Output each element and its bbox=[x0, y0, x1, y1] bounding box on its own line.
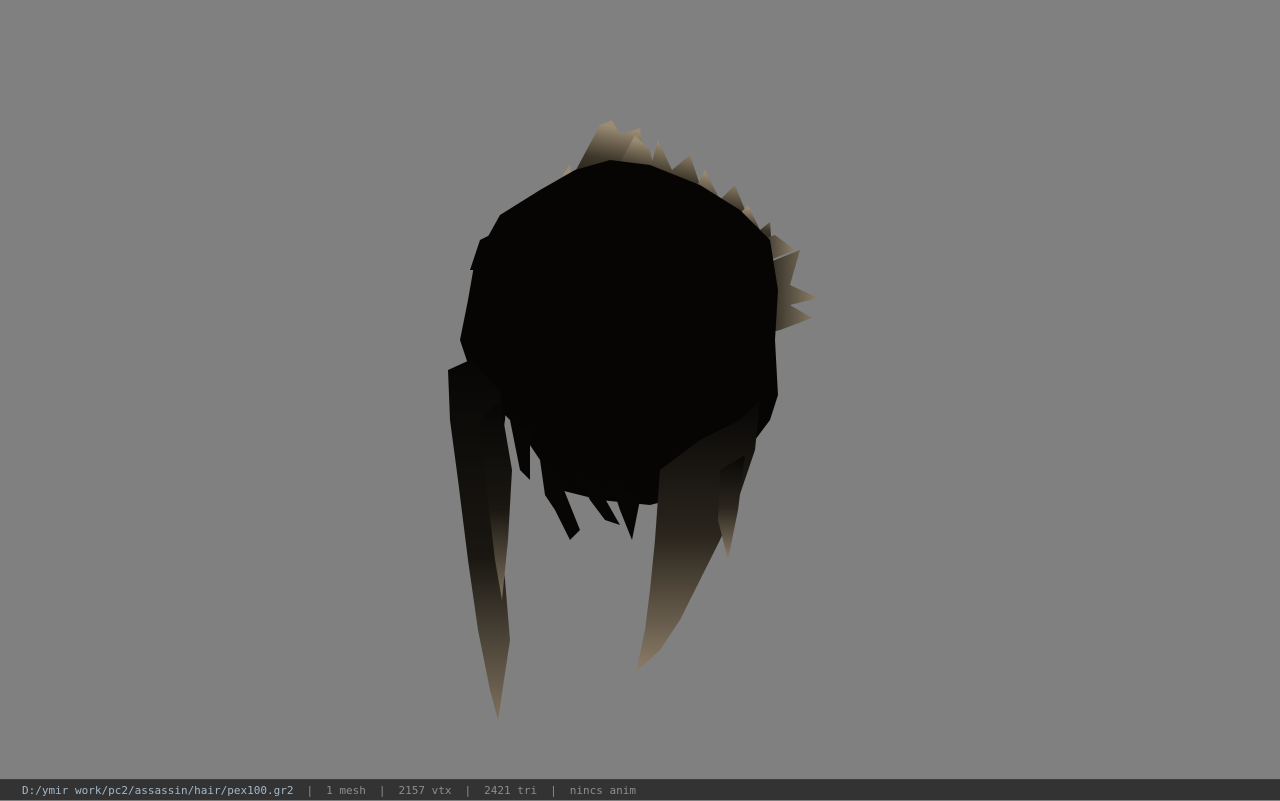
status-mesh-count: 1 mesh bbox=[326, 783, 366, 797]
status-separator: | bbox=[306, 783, 314, 797]
status-triangle-count: 2421 tri bbox=[484, 783, 538, 797]
status-vertex-count: 2157 vtx bbox=[398, 783, 452, 797]
status-bar: D:/ymir work/pc2/assassin/hair/pex100.gr… bbox=[0, 779, 1280, 800]
status-file-path: D:/ymir work/pc2/assassin/hair/pex100.gr… bbox=[22, 783, 294, 797]
hair-left-strand bbox=[448, 360, 512, 720]
status-separator: | bbox=[464, 783, 472, 797]
status-separator: | bbox=[550, 783, 557, 797]
model-viewport[interactable] bbox=[0, 0, 1280, 779]
status-anim-status: nincs anim bbox=[569, 783, 636, 797]
hair-model-render bbox=[448, 120, 818, 720]
status-separator: | bbox=[378, 783, 386, 797]
